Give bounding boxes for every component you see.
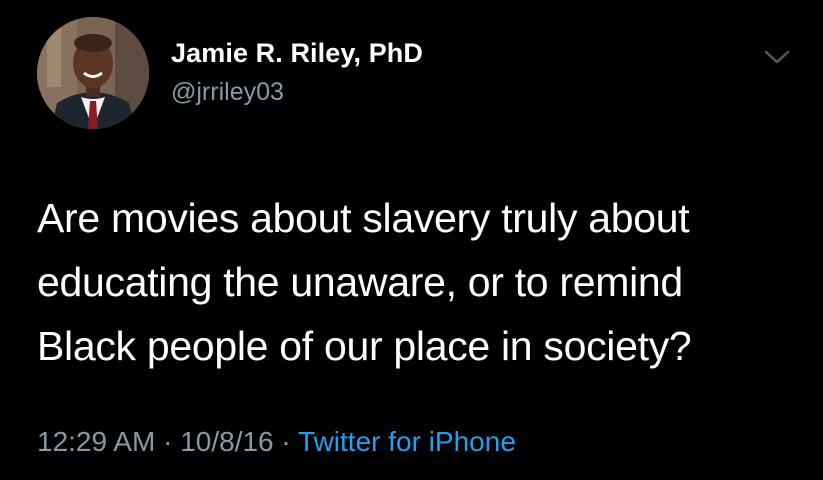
avatar-image	[37, 17, 149, 129]
meta-separator: ·	[163, 426, 173, 457]
chevron-down-icon[interactable]	[762, 46, 792, 68]
tweet-meta: 12:29 AM · 10/8/16 · Twitter for iPhone	[37, 426, 516, 458]
tweet-card: Jamie R. Riley, PhD @jrriley03 Are movie…	[0, 0, 823, 480]
display-name[interactable]: Jamie R. Riley, PhD	[171, 38, 423, 69]
tweet-date: 10/8/16	[180, 426, 274, 457]
avatar[interactable]	[37, 17, 149, 129]
tweet-source-link[interactable]: Twitter for iPhone	[298, 426, 516, 457]
tweet-time: 12:29 AM	[37, 426, 156, 457]
user-handle[interactable]: @jrriley03	[171, 78, 284, 107]
meta-separator: ·	[281, 426, 291, 457]
tweet-text: Are movies about slavery truly about edu…	[37, 195, 692, 369]
